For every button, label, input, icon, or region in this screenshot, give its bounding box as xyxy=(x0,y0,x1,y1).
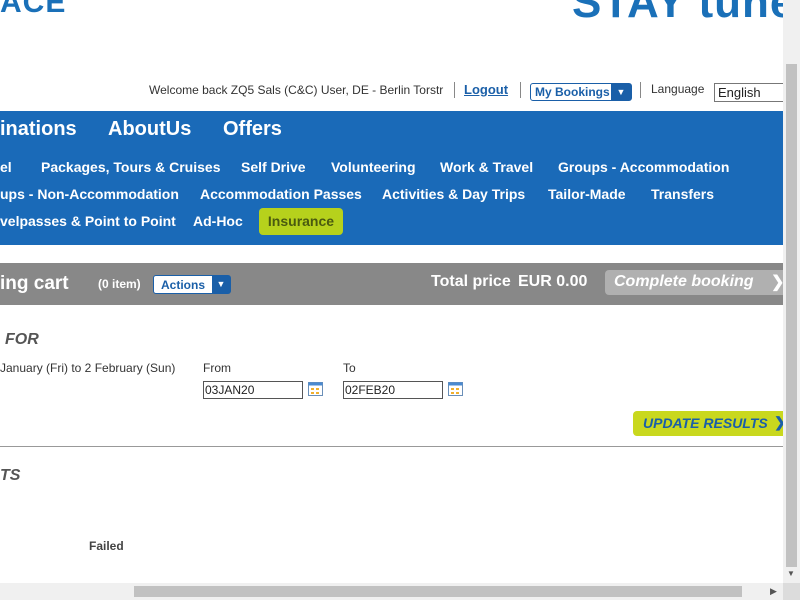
scrollbar-corner xyxy=(783,583,800,600)
cart-item-count: (0 item) xyxy=(98,277,141,291)
divider xyxy=(454,82,455,98)
nav-destinations[interactable]: inations xyxy=(0,118,77,141)
status-text: Failed xyxy=(89,539,124,553)
nav-offers[interactable]: Offers xyxy=(223,118,282,141)
scrollbar-thumb[interactable] xyxy=(134,586,742,597)
from-label: From xyxy=(203,361,231,375)
my-bookings-label: My Bookings xyxy=(535,85,610,99)
chevron-down-icon: ▼ xyxy=(611,84,631,100)
chevron-down-icon: ▼ xyxy=(212,276,230,293)
calendar-icon[interactable] xyxy=(308,382,323,396)
search-heading: FOR xyxy=(5,331,39,348)
nav-packages[interactable]: Packages, Tours & Cruises xyxy=(41,159,220,175)
to-label: To xyxy=(343,361,356,375)
nav-work-travel[interactable]: Work & Travel xyxy=(440,159,533,175)
divider xyxy=(640,82,641,98)
main-navigation: inations AboutUs Offers el Packages, Tou… xyxy=(0,111,783,245)
nav-sub-item[interactable]: el xyxy=(0,159,12,175)
logo-left: ACE xyxy=(0,0,67,19)
nav-ad-hoc[interactable]: Ad-Hoc xyxy=(193,213,243,229)
nav-self-drive[interactable]: Self Drive xyxy=(241,159,306,175)
complete-booking-button[interactable]: Complete booking ❯ xyxy=(605,270,795,295)
results-heading: TS xyxy=(0,467,21,484)
nav-about-us[interactable]: AboutUs xyxy=(108,118,191,141)
nav-groups-non-accommodation[interactable]: ups - Non-Accommodation xyxy=(0,186,179,202)
language-label: Language xyxy=(651,82,705,96)
total-price-label: Total price xyxy=(431,273,511,290)
nav-travelpasses[interactable]: velpasses & Point to Point xyxy=(0,213,176,229)
actions-label: Actions xyxy=(161,278,206,292)
shopping-cart-bar: ing cart (0 item) Actions ▼ Total price … xyxy=(0,263,795,305)
scrollbar-thumb[interactable] xyxy=(786,64,797,567)
nav-transfers[interactable]: Transfers xyxy=(651,186,714,202)
logo-right: STAY tuned xyxy=(572,0,800,27)
actions-dropdown[interactable]: Actions ▼ xyxy=(153,275,231,294)
update-results-button[interactable]: UPDATE RESULTS ❯ xyxy=(633,411,793,436)
update-results-label: UPDATE RESULTS xyxy=(643,415,768,431)
complete-booking-label: Complete booking xyxy=(614,273,754,290)
to-date-input[interactable]: 02FEB20 xyxy=(343,381,443,399)
nav-tailor-made[interactable]: Tailor-Made xyxy=(548,186,626,202)
scroll-down-arrow-icon[interactable]: ▼ xyxy=(787,569,795,578)
language-select[interactable]: English xyxy=(714,83,790,102)
total-price-value: EUR 0.00 xyxy=(518,273,588,290)
welcome-text: Welcome back ZQ5 Sals (C&C) User, DE - B… xyxy=(149,83,444,97)
nav-volunteering[interactable]: Volunteering xyxy=(331,159,416,175)
calendar-icon[interactable] xyxy=(448,382,463,396)
nav-accommodation-passes[interactable]: Accommodation Passes xyxy=(200,186,362,202)
horizontal-scrollbar[interactable]: ▶ xyxy=(0,583,783,600)
scroll-right-arrow-icon[interactable]: ▶ xyxy=(770,586,777,597)
section-divider xyxy=(0,446,783,447)
date-range-text: January (Fri) to 2 February (Sun) xyxy=(0,361,176,375)
nav-activities[interactable]: Activities & Day Trips xyxy=(382,186,525,202)
vertical-scrollbar[interactable]: ▼ xyxy=(783,0,800,583)
from-date-input[interactable]: 03JAN20 xyxy=(203,381,303,399)
top-bar: Welcome back ZQ5 Sals (C&C) User, DE - B… xyxy=(0,82,790,104)
logout-link[interactable]: Logout xyxy=(464,82,508,97)
nav-groups-accommodation[interactable]: Groups - Accommodation xyxy=(558,159,729,175)
nav-insurance[interactable]: Insurance xyxy=(259,208,343,235)
divider xyxy=(520,82,521,98)
cart-title: ing cart xyxy=(0,273,69,294)
my-bookings-dropdown[interactable]: My Bookings ▼ xyxy=(530,83,632,101)
